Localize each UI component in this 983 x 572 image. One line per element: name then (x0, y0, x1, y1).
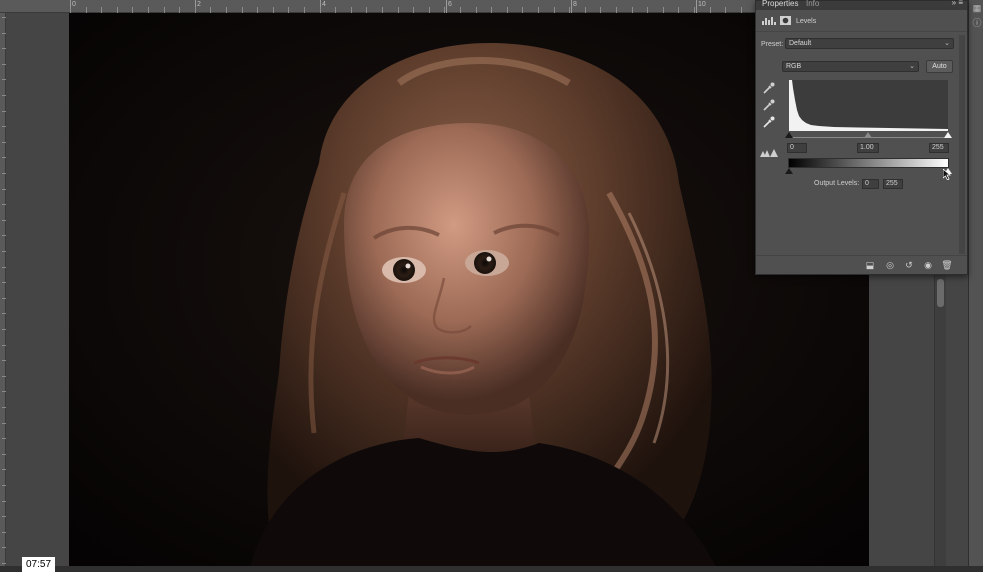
ruler-tick (2, 126, 6, 127)
ruler-tick (2, 501, 6, 502)
ruler-tick (2, 516, 6, 517)
ruler-label: 0 (72, 1, 76, 8)
ruler-tick (2, 376, 6, 377)
black-point-eyedropper-icon[interactable] (762, 81, 776, 95)
scrollbar-thumb[interactable] (937, 279, 944, 307)
photoshop-window: 0 2 4 6 8 10 ▦ ⓘ Properties Info » ≡ Lev… (0, 0, 983, 572)
properties-panel: Properties Info » ≡ Levels Preset: Defau… (755, 0, 968, 275)
ruler-tick (2, 157, 6, 158)
ruler-tick (2, 391, 6, 392)
trash-icon[interactable]: 🗑 (941, 260, 953, 271)
auto-button[interactable]: Auto (926, 60, 953, 73)
view-previous-icon[interactable]: ◎ (884, 260, 896, 271)
ruler-tick (2, 79, 6, 80)
ruler-tick (2, 298, 6, 299)
preset-value: Default (789, 40, 812, 47)
layer-mask-icon[interactable] (780, 16, 791, 25)
ruler-tick (2, 454, 6, 455)
panel-footer: ⬓ ◎ ↺ ◉ 🗑 (756, 255, 967, 274)
input-gamma-field[interactable]: 1.00 (857, 143, 879, 153)
ruler-tick (2, 48, 6, 49)
input-white-field[interactable]: 255 (929, 143, 949, 153)
tab-info[interactable]: Info (806, 0, 819, 8)
ruler-tick (2, 111, 6, 112)
clipping-warning-icon[interactable] (760, 148, 778, 158)
video-progress-bar[interactable] (0, 566, 983, 572)
gray-point-eyedropper-icon[interactable] (762, 98, 776, 112)
mouse-cursor-icon (943, 169, 951, 180)
ruler-tick (2, 532, 6, 533)
ruler-tick (2, 173, 6, 174)
input-black-field[interactable]: 0 (787, 143, 807, 153)
ruler-major-tick (696, 0, 697, 13)
chevron-down-icon: ⌄ (944, 40, 950, 47)
visibility-eye-icon[interactable]: ◉ (922, 260, 934, 271)
ruler-tick (2, 485, 6, 486)
ruler-tick (2, 204, 6, 205)
ruler-tick (2, 95, 6, 96)
ruler-major-tick (446, 0, 447, 13)
ruler-tick (2, 329, 6, 330)
vertical-ruler[interactable] (0, 13, 6, 572)
adjustment-title: Levels (796, 18, 817, 25)
channel-value: RGB (786, 63, 802, 70)
layers-icon[interactable]: ▦ (972, 3, 982, 13)
output-white-field[interactable]: 255 (883, 179, 903, 189)
ruler-label: 2 (197, 1, 201, 8)
ruler-tick (2, 17, 6, 18)
panel-dock-strip: ▦ ⓘ (968, 0, 983, 572)
output-gradient-bar (788, 158, 949, 168)
ruler-tick (2, 563, 6, 564)
ruler-label: 4 (322, 1, 326, 8)
adjustment-header: Levels (756, 10, 967, 32)
ruler-label: 6 (448, 1, 452, 8)
panel-tab-bar: Properties Info » ≡ (756, 0, 967, 10)
white-point-eyedropper-icon[interactable] (762, 115, 776, 129)
ruler-tick (2, 142, 6, 143)
info-icon[interactable]: ⓘ (972, 18, 982, 28)
ruler-tick (2, 33, 6, 34)
panel-scrollbar[interactable] (959, 35, 965, 254)
ruler-tick (2, 282, 6, 283)
ruler-tick (2, 547, 6, 548)
ruler-tick (2, 423, 6, 424)
histogram (789, 80, 948, 131)
ruler-major-tick (571, 0, 572, 13)
ruler-label: 10 (698, 1, 706, 8)
tab-properties[interactable]: Properties (762, 0, 798, 8)
double-chevron-menu-icon[interactable]: » ≡ (952, 0, 963, 7)
chevron-down-icon: ⌄ (909, 63, 915, 70)
output-black-slider[interactable] (785, 168, 793, 174)
document-canvas[interactable] (69, 13, 869, 572)
levels-adjustment-icon (762, 17, 776, 25)
ruler-tick (2, 251, 6, 252)
reset-icon[interactable]: ↺ (903, 260, 915, 271)
ruler-tick (2, 345, 6, 346)
output-black-field[interactable]: 0 (862, 179, 879, 189)
ruler-tick (2, 189, 6, 190)
preset-label: Preset: (761, 41, 784, 48)
channel-dropdown[interactable]: RGB ⌄ (782, 61, 919, 72)
ruler-tick (2, 438, 6, 439)
ruler-tick (2, 407, 6, 408)
video-timestamp: 07:57 (22, 557, 56, 572)
output-levels-label: Output Levels: (814, 180, 860, 187)
input-white-slider[interactable] (944, 132, 952, 138)
ruler-tick (2, 235, 6, 236)
clip-to-layer-icon[interactable]: ⬓ (864, 260, 876, 271)
ruler-tick (2, 220, 6, 221)
preset-dropdown[interactable]: Default ⌄ (785, 38, 954, 49)
input-black-slider[interactable] (785, 132, 793, 138)
ruler-tick (2, 469, 6, 470)
ruler-tick (2, 267, 6, 268)
ruler-tick (2, 313, 6, 314)
ruler-label: 8 (573, 1, 577, 8)
ruler-tick (2, 64, 6, 65)
input-gamma-slider[interactable] (864, 132, 872, 138)
portrait-photo (69, 13, 869, 572)
ruler-tick (2, 360, 6, 361)
